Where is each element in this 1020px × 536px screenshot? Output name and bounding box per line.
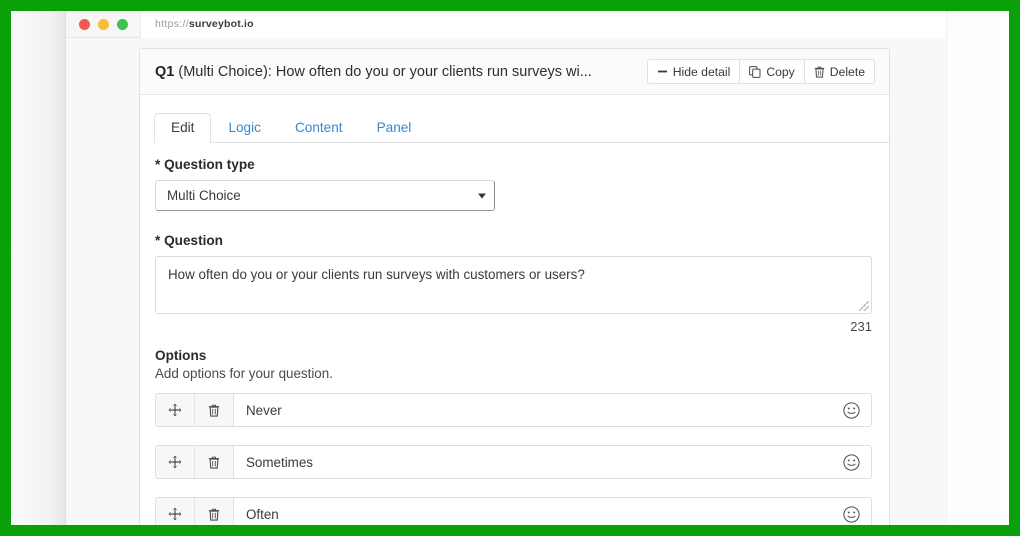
address-bar[interactable]: https:// surveybot.io bbox=[140, 11, 946, 38]
copy-label: Copy bbox=[766, 64, 795, 79]
tabs-container: Edit Logic Content Panel bbox=[140, 95, 889, 143]
question-type-value: Multi Choice bbox=[167, 188, 241, 203]
option-row: Sometimes bbox=[155, 445, 872, 479]
trash-icon bbox=[814, 66, 825, 78]
option-delete-button[interactable] bbox=[195, 394, 234, 426]
minimize-button[interactable] bbox=[98, 18, 109, 30]
question-textarea-value: How often do you or your clients run sur… bbox=[168, 267, 585, 282]
trash-icon bbox=[208, 404, 220, 417]
question-card: Q1 (Multi Choice): How often do you or y… bbox=[139, 48, 890, 525]
options-subtitle: Add options for your question. bbox=[155, 366, 333, 381]
move-icon bbox=[168, 403, 182, 417]
chevron-down-icon bbox=[478, 193, 486, 198]
delete-button[interactable]: Delete bbox=[804, 59, 875, 84]
options-list: Never Sometimes Often bbox=[155, 393, 874, 525]
maximize-button[interactable] bbox=[117, 18, 128, 30]
window-controls bbox=[66, 18, 140, 30]
trash-icon bbox=[208, 456, 220, 469]
browser-titlebar: https:// surveybot.io bbox=[66, 11, 946, 38]
close-button[interactable] bbox=[79, 18, 90, 30]
question-number: Q1 bbox=[155, 63, 175, 80]
option-delete-button[interactable] bbox=[195, 498, 234, 525]
browser-viewport: Q1 (Multi Choice): How often do you or y… bbox=[66, 38, 946, 525]
header-button-group: Hide detail Copy Delete bbox=[646, 59, 875, 84]
question-summary: (Multi Choice): How often do you or your… bbox=[174, 63, 592, 80]
copy-icon bbox=[749, 65, 761, 78]
smiley-icon bbox=[842, 401, 860, 419]
option-input[interactable]: Often bbox=[234, 498, 831, 525]
url-scheme: https:// bbox=[155, 18, 189, 30]
option-row: Often bbox=[155, 497, 872, 525]
resize-grip-icon[interactable] bbox=[859, 301, 869, 311]
character-counter: 231 bbox=[850, 319, 872, 334]
option-drag-handle[interactable] bbox=[156, 446, 195, 478]
minus-icon bbox=[657, 66, 668, 77]
tab-content[interactable]: Content bbox=[278, 113, 360, 143]
green-border-frame: ad https:// surveybot.io Q1 (Multi Choic… bbox=[0, 0, 1020, 536]
option-drag-handle[interactable] bbox=[156, 498, 195, 525]
browser-window: https:// surveybot.io Q1 (Multi Choice):… bbox=[66, 11, 946, 525]
question-card-header: Q1 (Multi Choice): How often do you or y… bbox=[140, 49, 889, 95]
option-input[interactable]: Sometimes bbox=[234, 446, 831, 478]
option-emoji-button[interactable] bbox=[831, 498, 871, 525]
hide-detail-button[interactable]: Hide detail bbox=[646, 59, 741, 84]
watermark-artifact: ad bbox=[49, 494, 61, 504]
page-root: ad https:// surveybot.io Q1 (Multi Choic… bbox=[11, 11, 1009, 525]
tab-logic[interactable]: Logic bbox=[211, 113, 278, 143]
option-emoji-button[interactable] bbox=[831, 394, 871, 426]
question-type-select[interactable]: Multi Choice bbox=[155, 180, 495, 211]
option-row: Never bbox=[155, 393, 872, 427]
smiley-icon bbox=[842, 453, 860, 471]
question-title: Q1 (Multi Choice): How often do you or y… bbox=[155, 64, 647, 80]
smiley-icon bbox=[842, 505, 860, 523]
trash-icon bbox=[208, 508, 220, 521]
tab-bar: Edit Logic Content Panel bbox=[154, 109, 889, 143]
options-heading: Options bbox=[155, 348, 207, 363]
copy-button[interactable]: Copy bbox=[740, 59, 805, 84]
tab-edit[interactable]: Edit bbox=[154, 113, 212, 143]
question-textarea[interactable]: How often do you or your clients run sur… bbox=[155, 256, 872, 314]
delete-label: Delete bbox=[829, 64, 865, 79]
move-icon bbox=[168, 455, 182, 469]
question-label: * Question bbox=[155, 233, 223, 248]
option-delete-button[interactable] bbox=[195, 446, 234, 478]
move-icon bbox=[168, 507, 182, 521]
option-emoji-button[interactable] bbox=[831, 446, 871, 478]
option-input[interactable]: Never bbox=[234, 394, 831, 426]
hide-detail-label: Hide detail bbox=[672, 64, 731, 79]
option-drag-handle[interactable] bbox=[156, 394, 195, 426]
url-host: surveybot.io bbox=[188, 18, 254, 30]
question-type-label: * Question type bbox=[155, 157, 255, 172]
tab-panel[interactable]: Panel bbox=[360, 113, 429, 143]
edit-tab-panel: * Question type Multi Choice * Question … bbox=[140, 143, 889, 525]
